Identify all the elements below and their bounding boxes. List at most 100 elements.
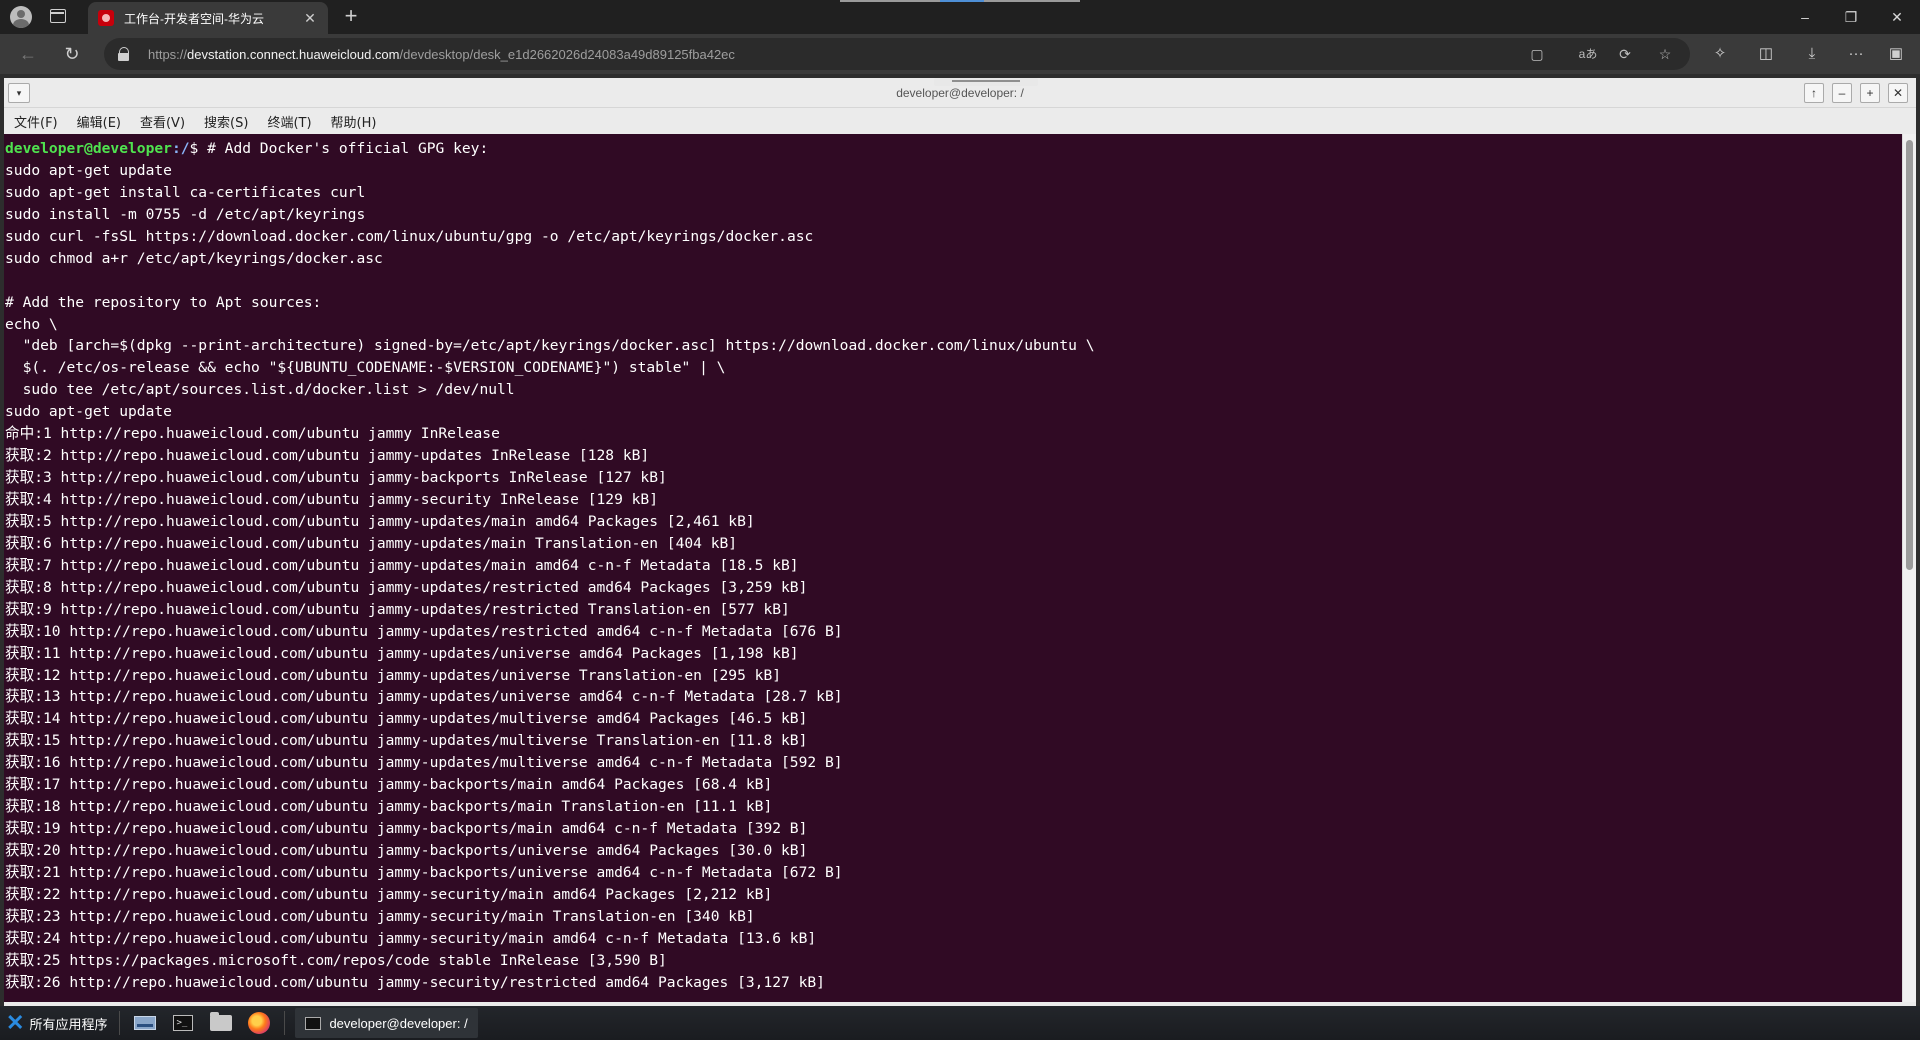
extensions-icon[interactable]: ✧ [1710,46,1730,62]
new-tab-button[interactable]: + [340,5,362,27]
tab-title: 工作台-开发者空间-华为云 [124,11,264,26]
terminal-line: sudo tee /etc/apt/sources.list.d/docker.… [5,381,515,399]
terminal-line: 获取:17 http://repo.huaweicloud.com/ubuntu… [5,776,773,794]
url-scheme: https:// [148,46,188,62]
prompt-user: developer@developer [5,140,172,157]
menu-file[interactable]: 文件(F) [14,112,58,131]
window-up-button[interactable]: ↑ [1804,83,1824,103]
browser-restore-button[interactable]: ❐ [1828,0,1874,34]
address-url[interactable]: https://devstation.connect.huaweicloud.c… [148,47,735,62]
terminal-line: "deb [arch=$(dpkg --print-architecture) … [5,337,1095,355]
firefox-launcher[interactable] [245,1011,273,1035]
refresh-page-icon[interactable]: ⟳ [1616,46,1634,62]
terminal-line: 获取:21 http://repo.huaweicloud.com/ubuntu… [5,863,843,881]
terminal-line: 获取:11 http://repo.huaweicloud.com/ubuntu… [5,644,799,662]
sidebar-toggle-icon[interactable]: ▣ [1886,46,1906,62]
menu-terminal[interactable]: 终端(T) [267,112,311,131]
start-menu-label: 所有应用程序 [29,1017,108,1033]
terminal-line: 获取:13 http://repo.huaweicloud.com/ubuntu… [5,688,843,706]
taskbar-window-terminal[interactable]: developer@developer: / [295,1008,478,1038]
terminal-line: 获取:22 http://repo.huaweicloud.com/ubuntu… [5,885,773,903]
taskbar: ✕ 所有应用程序 >_ developer@developer: / [0,1006,1920,1040]
terminal-line: 获取:8 http://repo.huaweicloud.com/ubuntu … [5,578,808,596]
terminal-line: 获取:5 http://repo.huaweicloud.com/ubuntu … [5,512,755,530]
window-minimize-button[interactable]: – [1832,83,1852,103]
show-desktop-button[interactable] [131,1011,159,1035]
terminal-menubar: 文件(F) 编辑(E) 查看(V) 搜索(S) 终端(T) 帮助(H) [4,108,1916,134]
remote-toolbar-handle[interactable] [934,78,1038,86]
prompt-command: $ # Add Docker's official GPG key: [189,140,489,157]
menu-search[interactable]: 搜索(S) [204,112,248,131]
terminal-line: 获取:25 https://packages.microsoft.com/rep… [5,951,667,969]
top-edge-indicator [840,0,940,2]
taskbar-window-label: developer@developer: / [329,1015,468,1031]
terminal-scrollbar[interactable] [1902,134,1916,1002]
terminal-line: 获取:18 http://repo.huaweicloud.com/ubuntu… [5,798,773,816]
menu-help[interactable]: 帮助(H) [331,112,377,131]
folder-icon [210,1012,233,1031]
terminal-window-icon [305,1016,322,1030]
terminal-window: ▾ developer@developer: / ↑ – + ✕ 文件(F) 编… [4,78,1916,1006]
terminal-line: 获取:7 http://repo.huaweicloud.com/ubuntu … [5,556,799,574]
address-bar[interactable]: https://devstation.connect.huaweicloud.c… [104,38,1690,70]
favorite-star-icon[interactable]: ☆ [1656,46,1674,62]
window-maximize-button[interactable]: + [1860,83,1880,103]
terminal-line: 获取:15 http://repo.huaweicloud.com/ubuntu… [5,732,808,750]
terminal-line: 获取:24 http://repo.huaweicloud.com/ubuntu… [5,929,817,947]
terminal-line: 获取:26 http://repo.huaweicloud.com/ubuntu… [5,973,825,991]
url-path: /devdesktop/desk_e1d2662026d24083a49d891… [399,46,735,62]
terminal-window-title: developer@developer: / [896,86,1024,100]
taskbar-separator [119,1011,121,1035]
app-available-icon[interactable]: ▢ [1528,46,1546,62]
read-aloud-icon[interactable]: aあ [1576,46,1600,62]
terminal-line: sudo apt-get update [5,403,172,421]
split-screen-icon[interactable]: ◫ [1756,46,1776,62]
prompt-path: :/ [171,140,190,157]
taskbar-separator [284,1011,286,1035]
terminal-line: 获取:20 http://repo.huaweicloud.com/ubuntu… [5,842,808,859]
terminal-line: 获取:2 http://repo.huaweicloud.com/ubuntu … [5,447,650,465]
terminal-prompt-line: developer@developer:/$ # Add Docker's of… [5,138,1902,160]
url-host: devstation.connect.huaweicloud.com [187,46,400,62]
terminal-line: sudo apt-get update [5,161,172,179]
terminal-line: 获取:10 http://repo.huaweicloud.com/ubuntu… [5,622,843,640]
lock-icon[interactable] [118,47,130,61]
terminal-line: sudo chmod a+r /etc/apt/keyrings/docker.… [5,249,383,267]
tab-close-icon[interactable]: ✕ [302,10,318,27]
downloads-icon[interactable]: ⤓ [1802,46,1822,62]
huaweicloud-favicon-icon [98,10,114,26]
window-close-button[interactable]: ✕ [1888,83,1908,103]
browser-address-row: ← ↻ https://devstation.connect.huaweiclo… [0,34,1920,74]
reload-button[interactable]: ↻ [60,42,84,66]
terminal-launcher[interactable]: >_ [169,1011,197,1035]
terminal-line: # Add the repository to Apt sources: [5,293,322,311]
top-edge-indicator [984,0,1080,2]
tab-actions-icon[interactable] [50,9,66,23]
terminal-line: sudo apt-get install ca-certificates cur… [5,183,366,201]
browser-tab-strip: 工作台-开发者空间-华为云 ✕ + – ❐ ✕ [0,0,1920,34]
terminal-line: 获取:12 http://repo.huaweicloud.com/ubuntu… [5,666,782,684]
scrollbar-thumb[interactable] [1906,140,1913,570]
terminal-line: echo \ [5,315,58,333]
terminal-icon: >_ [173,1015,194,1031]
terminal-output[interactable]: developer@developer:/$ # Add Docker's of… [4,134,1902,1002]
browser-minimize-button[interactable]: – [1782,0,1828,34]
terminal-line: 获取:19 http://repo.huaweicloud.com/ubuntu… [5,820,808,838]
browser-close-button[interactable]: ✕ [1874,0,1920,34]
desktop-icon [134,1016,157,1030]
more-menu-icon[interactable]: ··· [1846,46,1866,62]
terminal-line: 获取:6 http://repo.huaweicloud.com/ubuntu … [5,534,738,552]
terminal-line: 获取:3 http://repo.huaweicloud.com/ubuntu … [5,469,667,487]
menu-view[interactable]: 查看(V) [140,112,185,131]
terminal-line: 获取:9 http://repo.huaweicloud.com/ubuntu … [5,600,790,618]
file-manager-launcher[interactable] [207,1011,235,1035]
back-button[interactable]: ← [16,42,40,66]
profile-avatar-icon[interactable] [10,6,32,28]
start-menu-button[interactable]: ✕ 所有应用程序 [0,1008,113,1038]
menu-edit[interactable]: 编辑(E) [77,112,121,131]
firefox-icon [248,1012,271,1034]
browser-tab-active[interactable]: 工作台-开发者空间-华为云 ✕ [88,2,328,34]
terminal-line: $(. /etc/os-release && echo "${UBUNTU_CO… [5,359,726,377]
terminal-line: 获取:16 http://repo.huaweicloud.com/ubuntu… [5,754,843,772]
